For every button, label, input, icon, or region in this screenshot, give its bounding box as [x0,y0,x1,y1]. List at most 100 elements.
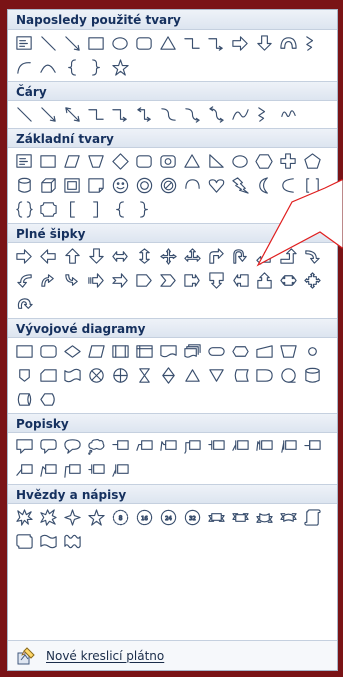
shape-line-arrow[interactable] [60,31,84,55]
shape-line-callout-1[interactable] [108,434,132,458]
shape-line-callout-3[interactable] [156,434,180,458]
shape-flow-sequential-storage[interactable] [276,363,300,387]
shape-textbox[interactable] [12,31,36,55]
shape-accent-border-callout-2[interactable] [108,458,132,482]
shape-heart[interactable] [204,173,228,197]
shape-arc[interactable] [180,173,204,197]
shape-line-callout-4[interactable] [180,434,204,458]
new-drawing-canvas-button[interactable]: Nové kreslicí plátno [8,640,337,670]
shape-flow-magnetic-disk[interactable] [300,363,324,387]
shape-donut[interactable] [132,173,156,197]
shape-up-arrow-callout[interactable] [252,268,276,292]
shape-rounded-rectangle[interactable] [132,149,156,173]
shape-no-symbol[interactable] [156,173,180,197]
shape-right-bracket[interactable] [84,197,108,221]
shape-circular-arrow[interactable] [12,292,36,316]
shape-horizontal-scroll[interactable] [12,529,36,553]
shape-down-arrow[interactable] [252,31,276,55]
shape-line-double-arrow[interactable] [60,102,84,126]
shape-brace-pair[interactable] [12,197,36,221]
shape-rounded-rectangle[interactable] [132,31,156,55]
shape-bent-arrow[interactable] [204,244,228,268]
shape-cube[interactable] [36,173,60,197]
shape-flow-merge[interactable] [204,363,228,387]
shape-right-arrow-callout[interactable] [180,268,204,292]
shape-line-arrow[interactable] [36,102,60,126]
shape-quad-arrow[interactable] [156,244,180,268]
shape-bevel[interactable] [60,173,84,197]
shape-folded-corner[interactable] [84,173,108,197]
shape-oval[interactable] [228,149,252,173]
shape-star-8[interactable]: 8 [108,505,132,529]
shape-flow-sort[interactable] [156,363,180,387]
shape-curved-right-arrow[interactable] [300,244,324,268]
shape-half-donut[interactable] [276,31,300,55]
shape-flow-card[interactable] [36,363,60,387]
shape-flow-direct-storage[interactable] [12,387,36,411]
shape-flow-manual-input[interactable] [252,339,276,363]
shape-quad-arrow-callout[interactable] [300,268,324,292]
shape-u-turn-arrow[interactable] [228,244,252,268]
shape-flow-summing-junction[interactable] [84,363,108,387]
shape-hexagon[interactable] [252,149,276,173]
shape-triangle[interactable] [180,149,204,173]
shape-flow-terminator[interactable] [204,339,228,363]
shape-oval[interactable] [108,31,132,55]
shape-flow-preparation[interactable] [228,339,252,363]
shape-right-triangle[interactable] [204,149,228,173]
shape-curved-left[interactable] [276,173,300,197]
shape-right-arrow[interactable] [228,31,252,55]
shape-left-brace[interactable] [108,197,132,221]
shape-down-arrow[interactable] [84,244,108,268]
shape-flow-punched-tape[interactable] [60,363,84,387]
shape-flow-document[interactable] [156,339,180,363]
shape-left-right-up-arrow[interactable] [180,244,204,268]
shape-elbow-connector[interactable] [84,102,108,126]
shape-star-32[interactable]: 32 [180,505,204,529]
shape-lightning[interactable] [228,173,252,197]
shape-down-arrow-callout[interactable] [204,268,228,292]
shape-textbox[interactable] [12,149,36,173]
shape-moon[interactable] [252,173,276,197]
shape-accent-border-callout-1[interactable] [84,458,108,482]
shape-ribbon-up[interactable] [228,505,252,529]
shape-flow-process[interactable] [12,339,36,363]
shape-flow-offpage[interactable] [12,363,36,387]
shape-left-right-arrow-callout[interactable] [276,268,300,292]
shape-right-brace[interactable] [84,55,108,79]
shape-freeform[interactable] [252,102,276,126]
shape-flow-connector[interactable] [300,339,324,363]
shape-rectangle[interactable] [84,31,108,55]
shape-curve[interactable] [228,102,252,126]
shape-bent-up-arrow[interactable] [276,244,300,268]
shape-curved-arrow-connector[interactable] [180,102,204,126]
shape-bracket-pair[interactable] [300,173,324,197]
shape-left-right-arrow[interactable] [108,244,132,268]
shape-star-16[interactable]: 16 [132,505,156,529]
shape-curved-line[interactable] [12,55,36,79]
shape-octagon-plate[interactable] [156,149,180,173]
shape-left-bracket[interactable] [60,197,84,221]
shape-border-callout-2[interactable] [12,458,36,482]
shape-scribble[interactable] [276,102,300,126]
shape-line-callout-2[interactable] [132,434,156,458]
shape-flow-manual-operation[interactable] [276,339,300,363]
shape-left-arrow-callout[interactable] [228,268,252,292]
shape-curved-left-arrow[interactable] [12,268,36,292]
shape-explosion-2[interactable] [36,505,60,529]
shape-curved-double-arrow[interactable] [204,102,228,126]
shape-border-callout-3[interactable] [36,458,60,482]
shape-curved-ribbon-up[interactable] [276,505,300,529]
shape-flow-decision[interactable] [60,339,84,363]
shape-left-up-arrow[interactable] [252,244,276,268]
shape-accent-callout-3[interactable] [252,434,276,458]
shape-curved-ribbon-down[interactable] [252,505,276,529]
shape-accent-callout-2[interactable] [228,434,252,458]
shape-right-brace[interactable] [132,197,156,221]
shape-flow-or[interactable] [108,363,132,387]
shape-elbow-arrow-connector[interactable] [108,102,132,126]
shape-cross[interactable] [276,149,300,173]
shape-can[interactable] [12,173,36,197]
shape-flow-internal-storage[interactable] [132,339,156,363]
shape-arc-curve[interactable] [36,55,60,79]
